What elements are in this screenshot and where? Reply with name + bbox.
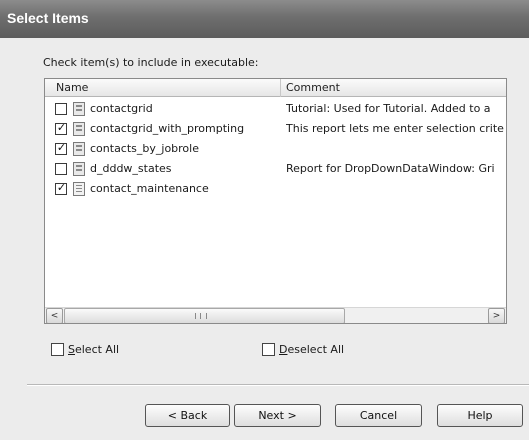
horizontal-scrollbar[interactable]: < > [45, 307, 506, 323]
cancel-button[interactable]: Cancel [335, 404, 422, 427]
back-button[interactable]: < Back [145, 404, 230, 427]
list-item[interactable]: ✓ contactgrid_with_prompting This report… [45, 121, 506, 137]
help-button[interactable]: Help [437, 404, 523, 427]
item-name: contact_maintenance [90, 182, 209, 195]
dialog-title: Select Items [7, 10, 89, 26]
item-name: contactgrid [90, 102, 153, 115]
scroll-right-icon[interactable]: > [488, 308, 505, 323]
form-icon [73, 182, 85, 196]
checkbox-box[interactable] [51, 343, 64, 356]
checkbox-box[interactable] [262, 343, 275, 356]
list-item[interactable]: ✓ d_dddw_states Report for DropDownDataW… [45, 161, 506, 177]
item-checkbox[interactable]: ✓ [55, 121, 67, 135]
column-header-name[interactable]: Name [45, 79, 281, 97]
column-header-comment[interactable]: Comment [281, 79, 506, 97]
list-item[interactable]: ✓ contacts_by_jobrole [45, 141, 506, 157]
report-icon [73, 162, 85, 176]
item-checkbox[interactable]: ✓ [55, 141, 67, 155]
scroll-left-icon[interactable]: < [46, 308, 63, 323]
item-comment: Report for DropDownDataWindow: Gri [286, 162, 495, 175]
item-name: contacts_by_jobrole [90, 142, 199, 155]
report-icon [73, 142, 85, 156]
report-icon [73, 102, 85, 116]
instruction-text: Check item(s) to include in executable: [43, 56, 259, 69]
item-name: contactgrid_with_prompting [90, 122, 245, 135]
next-button[interactable]: Next > [234, 404, 321, 427]
item-checkbox[interactable]: ✓ [55, 103, 67, 115]
item-comment: This report lets me enter selection crit… [286, 122, 504, 135]
deselect-all-label: Deselect All [279, 343, 345, 356]
item-name: d_dddw_states [90, 162, 172, 175]
item-comment: Tutorial: Used for Tutorial. Added to a [286, 102, 491, 115]
list-item[interactable]: ✓ contact_maintenance [45, 181, 506, 197]
list-item[interactable]: ✓ contactgrid Tutorial: Used for Tutoria… [45, 101, 506, 117]
report-icon [73, 122, 85, 136]
list-header: Name Comment [45, 79, 506, 97]
select-items-dialog: Select Items Check item(s) to include in… [0, 0, 529, 440]
grip-icon [195, 313, 207, 319]
item-checkbox[interactable]: ✓ [55, 163, 67, 175]
select-all-label: Select All [68, 343, 120, 356]
item-checkbox[interactable]: ✓ [55, 181, 67, 195]
separator [27, 384, 529, 386]
title-bar[interactable]: Select Items [0, 0, 529, 38]
scrollbar-thumb[interactable] [64, 308, 345, 323]
items-list[interactable]: Name Comment ✓ contactgrid Tutorial: Use… [44, 78, 507, 324]
